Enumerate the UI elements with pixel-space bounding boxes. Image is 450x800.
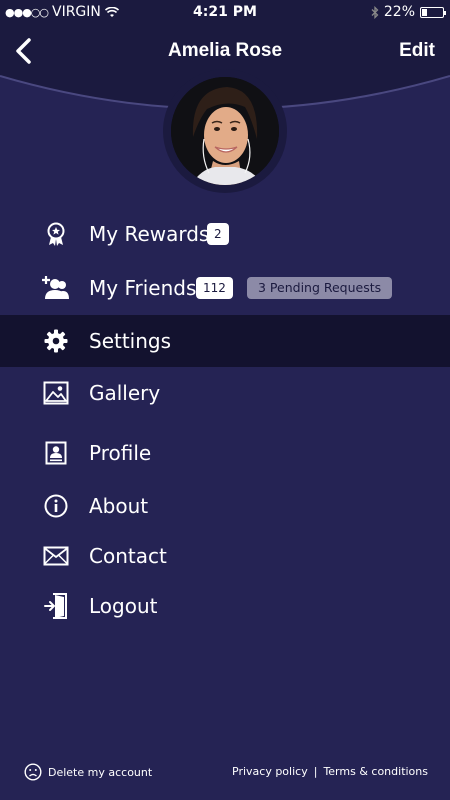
menu-label-settings: Settings	[89, 329, 172, 353]
terms-conditions-link[interactable]: Terms & conditions	[323, 765, 428, 778]
menu-label-logout: Logout	[89, 594, 158, 618]
avatar-photo	[171, 77, 279, 185]
menu-item-profile[interactable]: Profile	[0, 427, 450, 479]
battery-percent: 22%	[383, 4, 415, 20]
status-right: 22%	[371, 4, 446, 20]
menu-item-gallery[interactable]: Gallery	[0, 367, 450, 419]
menu-label-my-friends: My Friends	[89, 276, 197, 300]
pending-requests-badge[interactable]: 3 Pending Requests	[247, 277, 393, 299]
avatar[interactable]	[171, 77, 279, 185]
rewards-ribbon-icon	[42, 220, 70, 248]
menu-label-profile: Profile	[89, 441, 152, 465]
info-icon	[42, 492, 70, 520]
image-icon	[42, 379, 70, 407]
envelope-icon	[42, 542, 70, 570]
privacy-policy-link[interactable]: Privacy policy	[232, 765, 308, 778]
bluetooth-icon	[371, 5, 379, 19]
footer: Delete my account Privacy policy | Terms…	[0, 758, 450, 788]
battery-icon	[420, 6, 446, 18]
footer-links: Privacy policy | Terms & conditions	[232, 765, 428, 778]
gear-icon	[42, 327, 70, 355]
menu-label-my-rewards: My Rewards	[89, 222, 210, 246]
avatar-ring	[163, 69, 287, 193]
menu-label-gallery: Gallery	[89, 381, 161, 405]
profile-card-icon	[42, 439, 70, 467]
profile-header: Amelia Rose Edit	[0, 24, 450, 193]
add-friends-icon	[42, 274, 70, 302]
menu-item-about[interactable]: About	[0, 480, 450, 532]
menu-label-about: About	[89, 494, 149, 518]
profile-name: Amelia Rose	[167, 40, 283, 61]
battery-level	[422, 8, 427, 16]
menu-item-logout[interactable]: Logout	[0, 580, 450, 632]
footer-separator: |	[313, 765, 318, 778]
menu-item-contact[interactable]: Contact	[0, 530, 450, 582]
sad-face-icon	[24, 763, 42, 781]
status-bar: ●●●○○ VIRGIN 4:21 PM 22%	[0, 0, 450, 24]
menu-label-contact: Contact	[89, 544, 167, 568]
delete-account-label: Delete my account	[48, 765, 153, 779]
friends-count-badge: 112	[196, 277, 233, 299]
delete-account-link[interactable]: Delete my account	[24, 763, 152, 781]
edit-button[interactable]: Edit	[399, 40, 435, 62]
menu-item-settings[interactable]: Settings	[0, 315, 450, 367]
menu-item-my-friends[interactable]: My Friends 112 3 Pending Requests	[0, 262, 450, 314]
logout-door-icon	[42, 592, 70, 620]
menu-item-my-rewards[interactable]: My Rewards 2	[0, 208, 450, 260]
rewards-count-badge: 2	[207, 223, 229, 245]
